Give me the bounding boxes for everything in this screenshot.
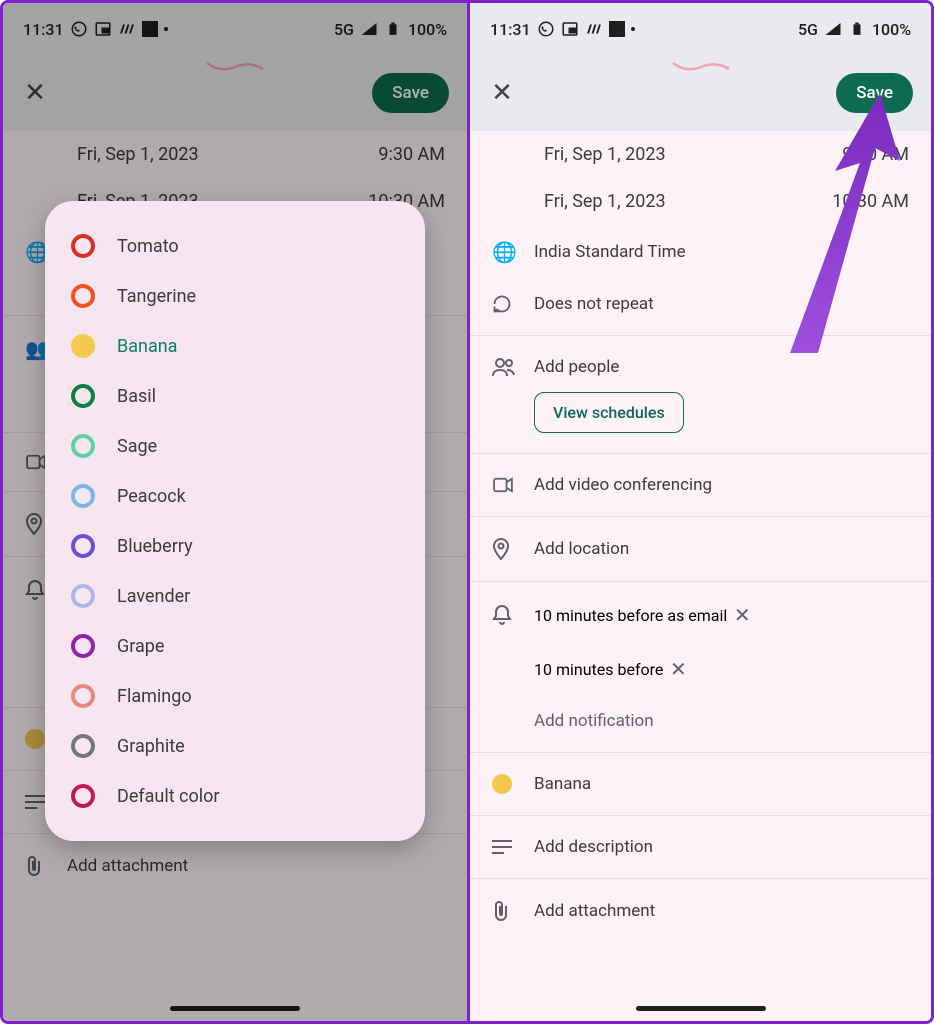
color-swatch [71, 434, 95, 458]
color-label: Lavender [117, 586, 190, 607]
color-label: Grape [117, 636, 164, 657]
color-swatch [71, 484, 95, 508]
repeat-label: Does not repeat [534, 294, 909, 314]
color-option-blueberry[interactable]: Blueberry [65, 521, 405, 571]
color-option-sage[interactable]: Sage [65, 421, 405, 471]
signal-icon [824, 20, 842, 38]
color-label: Blueberry [117, 536, 193, 557]
bell-icon [492, 604, 534, 626]
attachment-row[interactable]: Add attachment [470, 885, 931, 937]
notification-1-row[interactable]: 10 minutes before as email ✕ [470, 588, 931, 642]
phone-left: 11:31 5G [3, 3, 467, 1021]
phone-right: 11:31 5G [467, 3, 931, 1021]
video-icon [492, 477, 534, 493]
color-label: Banana [117, 336, 177, 357]
end-time: 10:30 AM [832, 191, 909, 212]
color-label: Tangerine [117, 286, 196, 307]
color-swatch [71, 634, 95, 658]
status-bar: 11:31 5G [470, 3, 931, 55]
network-label: 5G [798, 20, 818, 39]
add-notification-label: Add notification [534, 711, 909, 731]
color-label: Sage [117, 436, 157, 457]
color-swatch [71, 384, 95, 408]
color-swatch [71, 284, 95, 308]
notification-1-label: 10 minutes before as email [534, 606, 727, 625]
people-icon [492, 357, 534, 377]
status-time: 11:31 [490, 20, 531, 39]
color-label: Default color [117, 786, 220, 807]
color-label: Basil [117, 386, 156, 407]
whatsapp-icon [537, 20, 555, 38]
color-swatch [71, 534, 95, 558]
color-row[interactable]: Banana [470, 759, 931, 809]
view-schedules-button[interactable]: View schedules [534, 392, 684, 433]
text-icon [492, 839, 534, 855]
color-option-default-color[interactable]: Default color [65, 771, 405, 821]
color-option-tomato[interactable]: Tomato [65, 221, 405, 271]
color-label: Graphite [117, 736, 185, 757]
color-swatch [71, 734, 95, 758]
end-date-row[interactable]: Fri, Sep 1, 2023 10:30 AM [470, 178, 931, 225]
people-label: Add people [534, 357, 909, 377]
description-row[interactable]: Add description [470, 822, 931, 872]
slash-icon [585, 20, 603, 38]
start-date: Fri, Sep 1, 2023 [544, 144, 666, 165]
color-swatch [71, 784, 95, 808]
close-button[interactable]: ✕ [488, 78, 516, 108]
pip-icon [561, 20, 579, 38]
start-time: 9:30 AM [842, 144, 909, 165]
start-date-row[interactable]: Fri, Sep 1, 2023 9:30 AM [470, 131, 931, 178]
attachment-label: Add attachment [534, 901, 909, 921]
color-swatch [71, 334, 95, 358]
color-dot-icon [492, 774, 512, 794]
location-row[interactable]: Add location [470, 523, 931, 575]
color-option-lavender[interactable]: Lavender [65, 571, 405, 621]
color-option-peacock[interactable]: Peacock [65, 471, 405, 521]
add-notification-row[interactable]: Add notification [470, 696, 931, 746]
attachment-icon [492, 900, 534, 922]
repeat-row[interactable]: Does not repeat [470, 279, 931, 329]
color-swatch [71, 684, 95, 708]
location-icon [492, 538, 534, 560]
color-option-flamingo[interactable]: Flamingo [65, 671, 405, 721]
location-label: Add location [534, 539, 909, 559]
color-label: Flamingo [117, 686, 192, 707]
wave-decoration [671, 59, 731, 73]
color-label: Tomato [117, 236, 179, 257]
globe-icon: 🌐 [492, 240, 534, 264]
people-row[interactable]: Add people [470, 342, 931, 392]
video-row[interactable]: Add video conferencing [470, 460, 931, 510]
timezone-label: India Standard Time [534, 242, 909, 262]
remove-notification-2[interactable]: ✕ [663, 657, 693, 681]
color-swatch [71, 234, 95, 258]
color-swatch [71, 584, 95, 608]
home-indicator[interactable] [636, 1006, 766, 1011]
color-name-label: Banana [534, 774, 909, 794]
color-option-basil[interactable]: Basil [65, 371, 405, 421]
battery-pct: 100% [872, 20, 911, 39]
color-option-graphite[interactable]: Graphite [65, 721, 405, 771]
timezone-row[interactable]: 🌐 India Standard Time [470, 225, 931, 279]
repeat-icon [492, 294, 534, 314]
description-label: Add description [534, 837, 909, 857]
color-option-tangerine[interactable]: Tangerine [65, 271, 405, 321]
notification-2-row[interactable]: 10 minutes before ✕ [470, 642, 931, 696]
color-option-grape[interactable]: Grape [65, 621, 405, 671]
more-dot-icon [631, 27, 635, 31]
notification-2-label: 10 minutes before [534, 660, 663, 679]
color-picker-popup: Tomato Tangerine Banana Basil Sage Peacock Blu… [45, 201, 425, 841]
square-icon [609, 21, 625, 37]
color-option-banana[interactable]: Banana [65, 321, 405, 371]
save-button[interactable]: Save [836, 73, 913, 113]
end-date: Fri, Sep 1, 2023 [544, 191, 666, 212]
remove-notification-1[interactable]: ✕ [727, 603, 757, 627]
color-label: Peacock [117, 486, 186, 507]
video-label: Add video conferencing [534, 475, 909, 495]
battery-icon [848, 20, 866, 38]
